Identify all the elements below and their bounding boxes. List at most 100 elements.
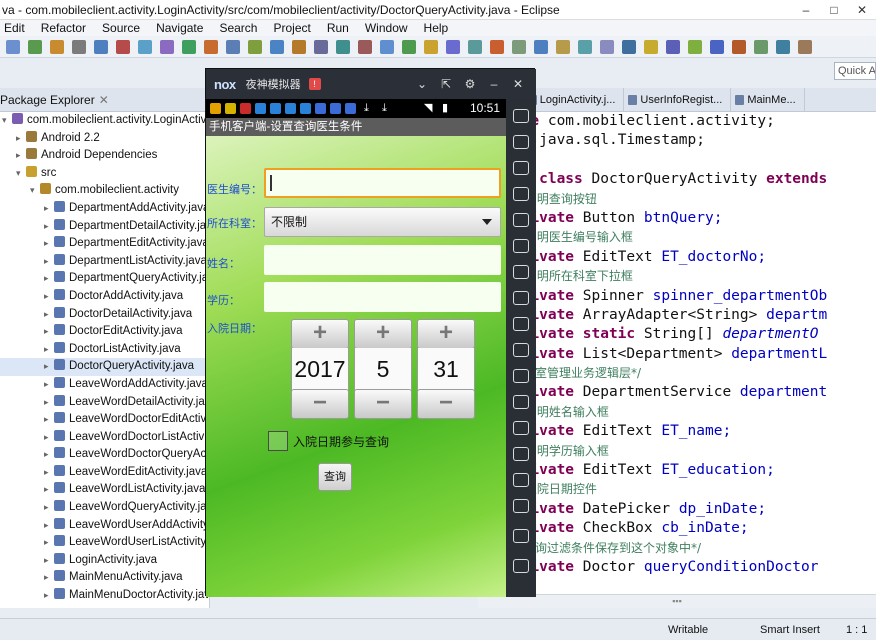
tree-item[interactable]: ▸ LeaveWordDetailActivity.java	[0, 394, 209, 412]
home-icon[interactable]	[513, 529, 529, 543]
tree-item[interactable]: ▸ Android 2.2	[0, 130, 209, 148]
scissors-icon[interactable]	[513, 187, 529, 201]
recent-apps-icon[interactable]	[513, 559, 529, 573]
toolbar-icon[interactable]	[754, 39, 768, 54]
chevron-right-icon[interactable]: ▸	[44, 464, 54, 482]
chevron-right-icon[interactable]: ▸	[44, 552, 54, 570]
toolbar-icon[interactable]	[732, 39, 746, 54]
query-button[interactable]: 查询	[318, 463, 352, 491]
chevron-right-icon[interactable]: ▸	[44, 376, 54, 394]
toolbar-icon[interactable]	[204, 39, 218, 54]
horizontal-scrollbar[interactable]: ▪▪▪	[478, 594, 876, 608]
toolbar-icon[interactable]	[116, 39, 130, 54]
menu-item-source[interactable]: Source	[98, 20, 140, 36]
chevron-right-icon[interactable]: ▸	[44, 253, 54, 271]
editor-tab[interactable]: UserInfoRegist...	[624, 88, 732, 112]
phone-icon[interactable]	[513, 135, 529, 149]
tree-item[interactable]: ▸ LeaveWordDoctorQueryActivity.java	[0, 446, 209, 464]
tree-item[interactable]: ▸ LeaveWordAddActivity.java	[0, 376, 209, 394]
notification-badge-icon[interactable]: !	[308, 78, 321, 90]
chevron-down-icon[interactable]: ▾	[2, 112, 12, 130]
chevron-right-icon[interactable]: ▸	[44, 429, 54, 447]
chevron-right-icon[interactable]: ▸	[44, 569, 54, 587]
shake-icon[interactable]	[513, 447, 529, 461]
toolbar-icon[interactable]	[336, 39, 350, 54]
multi-window-icon[interactable]	[513, 395, 529, 409]
toolbar-icon[interactable]	[710, 39, 724, 54]
department-spinner[interactable]: 不限制	[264, 207, 501, 237]
indate-checkbox[interactable]	[268, 431, 288, 451]
chevron-right-icon[interactable]: ▸	[44, 323, 54, 341]
toolbar-icon[interactable]	[138, 39, 152, 54]
tree-item[interactable]: ▸ LoginActivity.java	[0, 552, 209, 570]
chevron-right-icon[interactable]: ▸	[44, 446, 54, 464]
tree-item[interactable]: ▸ MainMenuDoctorActivity.java	[0, 587, 209, 605]
toolbar-icon[interactable]	[292, 39, 306, 54]
year-decrement-button[interactable]: −	[291, 389, 349, 419]
chevron-right-icon[interactable]: ▸	[16, 130, 26, 148]
tree-item[interactable]: ▸ DoctorEditActivity.java	[0, 323, 209, 341]
chevron-right-icon[interactable]: ▸	[44, 288, 54, 306]
toolbar-icon[interactable]	[798, 39, 812, 54]
education-input[interactable]	[264, 282, 501, 312]
toolbar-icon[interactable]	[468, 39, 482, 54]
loading-icon[interactable]	[513, 369, 529, 383]
tree-item[interactable]: ▸ DepartmentListActivity.java	[0, 253, 209, 271]
toolbar-icon[interactable]	[666, 39, 680, 54]
tree-item[interactable]: ▸ LeaveWordQueryActivity.java	[0, 499, 209, 517]
tree-item[interactable]: ▸ LeaveWordUserListActivity.java	[0, 534, 209, 552]
tree-item[interactable]: ▸ LeaveWordDoctorEditActivity.java	[0, 411, 209, 429]
tree-item[interactable]: ▸ DepartmentQueryActivity.java	[0, 270, 209, 288]
tree-item[interactable]: ▸ LeaveWordListActivity.java	[0, 481, 209, 499]
toolbar-icon[interactable]	[446, 39, 460, 54]
chevron-right-icon[interactable]: ▸	[44, 235, 54, 253]
toolbar-icon[interactable]	[600, 39, 614, 54]
chevron-right-icon[interactable]: ▸	[44, 411, 54, 429]
chevron-down-icon[interactable]: ▾	[16, 165, 26, 183]
tree-item[interactable]: ▸ LeaveWordDoctorListActivity.java	[0, 429, 209, 447]
toolbar-icon[interactable]	[380, 39, 394, 54]
chevron-right-icon[interactable]: ▸	[44, 499, 54, 517]
day-value[interactable]: 31	[417, 348, 475, 390]
volume-up-icon[interactable]	[513, 291, 529, 305]
back-icon[interactable]	[513, 499, 529, 513]
chevron-right-icon[interactable]: ▸	[44, 306, 54, 324]
menu-item-run[interactable]: Run	[323, 20, 349, 36]
chevron-down-icon[interactable]: ⌄	[410, 77, 434, 91]
toolbar-icon[interactable]	[556, 39, 570, 54]
code-area[interactable]: package com.mobileclient.activity;import…	[478, 112, 876, 577]
tree-item[interactable]: ▾ src	[0, 165, 209, 183]
toolbar-icon[interactable]	[314, 39, 328, 54]
toolbar-icon[interactable]	[6, 39, 20, 54]
year-value[interactable]: 2017	[291, 348, 349, 390]
fullscreen-icon[interactable]	[513, 265, 529, 279]
toolbar-icon[interactable]	[688, 39, 702, 54]
toolbar-icon[interactable]	[28, 39, 42, 54]
toolbar-icon[interactable]	[50, 39, 64, 54]
close-tab-icon[interactable]: ✕	[99, 93, 109, 107]
tree-item[interactable]: ▸ MainMenuActivity.java	[0, 569, 209, 587]
year-increment-button[interactable]: +	[291, 319, 349, 349]
toolbar-icon[interactable]	[182, 39, 196, 54]
menu-item-edit[interactable]: Edit	[0, 20, 25, 36]
chevron-right-icon[interactable]: ▸	[44, 534, 54, 552]
tree-item[interactable]: ▸ DepartmentEditActivity.java	[0, 235, 209, 253]
tree-item[interactable]: ▾ com.mobileclient.activity.LoginActivity	[0, 112, 209, 130]
package-explorer-tab[interactable]: Package Explorer ✕	[0, 88, 209, 112]
toolbar-icon[interactable]	[578, 39, 592, 54]
name-input[interactable]	[264, 245, 501, 275]
quick-access-input[interactable]: Quick Ac	[834, 62, 876, 80]
tree-item[interactable]: ▸ LeaveWordUserAddActivity.java	[0, 517, 209, 535]
chevron-right-icon[interactable]: ▸	[44, 358, 54, 376]
menu-icon[interactable]	[513, 473, 529, 487]
chevron-right-icon[interactable]: ▸	[44, 587, 54, 605]
toolbar-icon[interactable]	[424, 39, 438, 54]
tree-item[interactable]: ▸ DoctorQueryActivity.java	[0, 358, 209, 376]
editor-tab[interactable]: LoginActivity.j...	[524, 88, 625, 112]
chevron-right-icon[interactable]: ▸	[16, 147, 26, 165]
month-increment-button[interactable]: +	[354, 319, 412, 349]
menu-item-project[interactable]: Project	[269, 20, 310, 36]
menu-item-help[interactable]: Help	[420, 20, 449, 36]
settings-gear-icon[interactable]: ⚙	[458, 77, 482, 91]
tree-item[interactable]: ▾ com.mobileclient.activity	[0, 182, 209, 200]
